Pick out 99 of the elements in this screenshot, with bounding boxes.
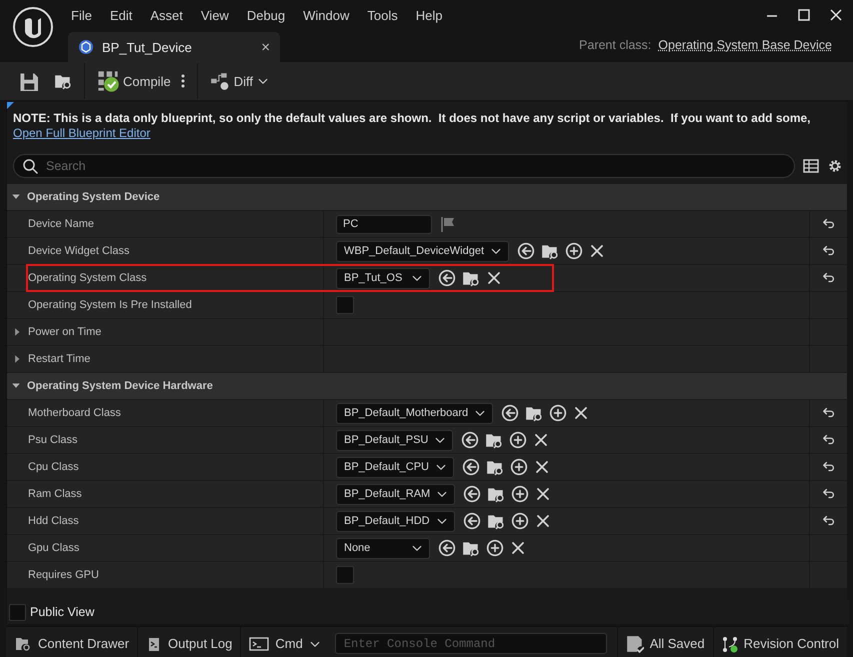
revision-control-button[interactable]: Revision Control [714, 627, 847, 657]
parent-class-label: Parent class: [579, 38, 652, 52]
document-tab[interactable]: BP_Tut_Device × [68, 32, 280, 62]
menu-item[interactable]: View [192, 6, 238, 25]
property-name: Operating System Is Pre Installed [28, 299, 192, 311]
diff-button[interactable]: Diff [202, 68, 277, 94]
reset-icon[interactable] [822, 460, 836, 474]
menu-item[interactable]: Debug [238, 6, 294, 25]
checkbox[interactable] [336, 296, 354, 314]
blueprint-icon [78, 39, 94, 55]
compile-icon [97, 70, 119, 92]
property-name: Restart Time [28, 353, 90, 365]
menu-item[interactable]: Window [294, 6, 358, 25]
menu-item[interactable]: Tools [358, 6, 407, 25]
property-name: Hdd Class [28, 515, 79, 527]
reset-icon[interactable] [822, 271, 836, 285]
saved-icon [626, 634, 644, 652]
clear-icon[interactable] [534, 513, 551, 529]
terminal-icon [249, 636, 270, 652]
save-icon [18, 71, 38, 91]
output-log-button[interactable]: Output Log [138, 627, 242, 657]
class-dropdown[interactable]: BP_Default_Motherboard [336, 402, 494, 424]
reset-icon[interactable] [822, 487, 836, 501]
class-dropdown[interactable]: BP_Default_PSU [336, 430, 454, 450]
property-name: Ram Class [28, 488, 82, 500]
menu-item[interactable]: Asset [141, 6, 192, 25]
reset-icon[interactable] [822, 244, 836, 258]
reset-icon[interactable] [822, 217, 836, 231]
cmd-button[interactable]: Cmd [241, 627, 329, 657]
maximize-icon[interactable] [797, 8, 811, 22]
use-selected-icon[interactable] [462, 458, 480, 476]
table-icon [803, 158, 819, 174]
class-dropdown[interactable]: BP_Default_HDD [336, 510, 455, 532]
use-selected-icon[interactable] [438, 539, 456, 557]
tab-title: BP_Tut_Device [102, 40, 193, 54]
property-name: Operating System Class [28, 272, 147, 284]
class-dropdown[interactable]: BP_Default_RAM [336, 484, 456, 504]
add-icon[interactable] [509, 431, 528, 449]
use-selected-icon[interactable] [501, 404, 520, 422]
menu-item[interactable]: File [62, 6, 101, 25]
more-icon [180, 73, 185, 89]
category-header[interactable]: Operating System Device [7, 184, 847, 211]
clear-icon[interactable] [486, 270, 502, 286]
clear-icon[interactable] [589, 243, 606, 259]
content-drawer-button[interactable]: Content Drawer [6, 627, 138, 657]
use-selected-icon[interactable] [463, 485, 482, 503]
flag-icon [440, 215, 456, 233]
property-name: Cpu Class [28, 461, 79, 473]
reset-icon[interactable] [822, 514, 836, 528]
add-icon[interactable] [510, 458, 528, 476]
property-name: Gpu Class [28, 542, 80, 554]
property-name: Motherboard Class [28, 407, 121, 419]
add-icon[interactable] [549, 404, 568, 422]
revision-control-icon [722, 634, 738, 652]
search-icon [22, 158, 38, 174]
add-icon[interactable] [511, 485, 530, 503]
add-icon[interactable] [486, 539, 504, 557]
use-selected-icon[interactable] [462, 512, 481, 530]
menu-item[interactable]: Help [406, 6, 452, 25]
menu-item[interactable]: Edit [100, 6, 142, 25]
property-name: Psu Class [28, 434, 78, 446]
class-dropdown[interactable]: BP_Default_CPU [336, 456, 454, 478]
use-selected-icon[interactable] [438, 269, 456, 287]
engine-logo [12, 6, 54, 48]
tab-close-button[interactable]: × [261, 38, 270, 56]
text-field[interactable]: PC [336, 214, 432, 234]
class-dropdown[interactable]: None [336, 538, 430, 558]
use-selected-icon[interactable] [517, 242, 536, 260]
checkbox[interactable] [336, 566, 354, 584]
class-dropdown[interactable]: WBP_Default_DeviceWidget [336, 240, 510, 262]
clear-icon[interactable] [534, 459, 550, 475]
expand-arrow-icon [12, 354, 22, 364]
close-icon[interactable] [829, 8, 843, 22]
property-name: Power on Time [28, 326, 102, 338]
class-dropdown[interactable]: BP_Tut_OS [336, 268, 430, 288]
public-view-checkbox[interactable] [9, 604, 26, 620]
expand-arrow-icon [12, 327, 22, 337]
reset-icon[interactable] [822, 433, 836, 447]
public-view-label: Public View [30, 605, 94, 619]
note-text: NOTE: This is a data only blueprint, so only the default values are shown. It does not have any script or variables. If you want to add some, Open Full Blueprint Editor [12, 110, 812, 141]
property-name: Requires GPU [28, 569, 99, 581]
clear-icon[interactable] [535, 486, 552, 502]
clear-icon[interactable] [510, 540, 526, 556]
use-selected-icon[interactable] [461, 431, 480, 449]
compile-button[interactable]: Compile [89, 66, 179, 96]
parent-class-link[interactable]: Operating System Base Device [658, 38, 832, 52]
category-header[interactable]: Operating System Device Hardware [7, 373, 847, 400]
clear-icon[interactable] [573, 405, 590, 421]
add-icon[interactable] [510, 512, 529, 530]
save-status-button[interactable]: All Saved [616, 627, 714, 657]
add-icon[interactable] [565, 242, 584, 260]
clear-icon[interactable] [533, 432, 550, 448]
diff-icon [210, 72, 230, 90]
property-name: Device Name [28, 218, 94, 230]
settings-icon [827, 158, 843, 174]
reset-icon[interactable] [822, 406, 836, 420]
content-drawer-icon [14, 636, 32, 652]
open-editor-link[interactable]: Open Full Blueprint Editor [13, 126, 150, 140]
property-name: Device Widget Class [28, 245, 130, 257]
